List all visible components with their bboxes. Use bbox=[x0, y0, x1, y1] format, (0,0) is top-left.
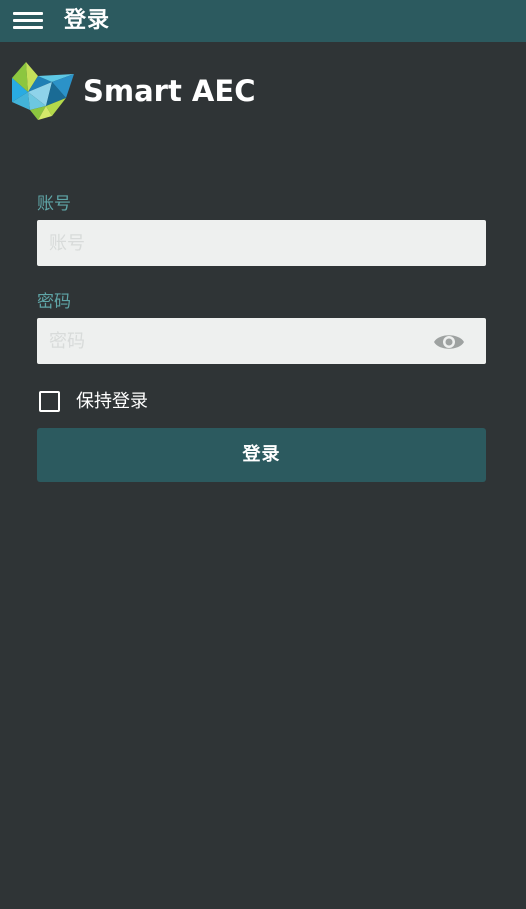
keep-login-checkbox[interactable] bbox=[39, 391, 60, 412]
account-input[interactable] bbox=[37, 220, 486, 266]
app-bar-title: 登录 bbox=[64, 8, 111, 33]
login-button[interactable]: 登录 bbox=[37, 428, 486, 482]
smart-aec-logo-icon bbox=[12, 62, 74, 120]
app-bar: 登录 bbox=[0, 0, 526, 42]
eye-icon[interactable] bbox=[433, 331, 465, 353]
password-input[interactable] bbox=[37, 318, 486, 364]
login-screen: 登录 Smart AEC 账号 密码 保持登录 登录 bbox=[0, 0, 526, 909]
keep-login-label: 保持登录 bbox=[76, 391, 148, 412]
hamburger-menu-icon[interactable] bbox=[10, 8, 46, 34]
account-label: 账号 bbox=[37, 194, 71, 214]
password-label: 密码 bbox=[37, 292, 71, 312]
brand-name: Smart AEC bbox=[83, 74, 256, 108]
